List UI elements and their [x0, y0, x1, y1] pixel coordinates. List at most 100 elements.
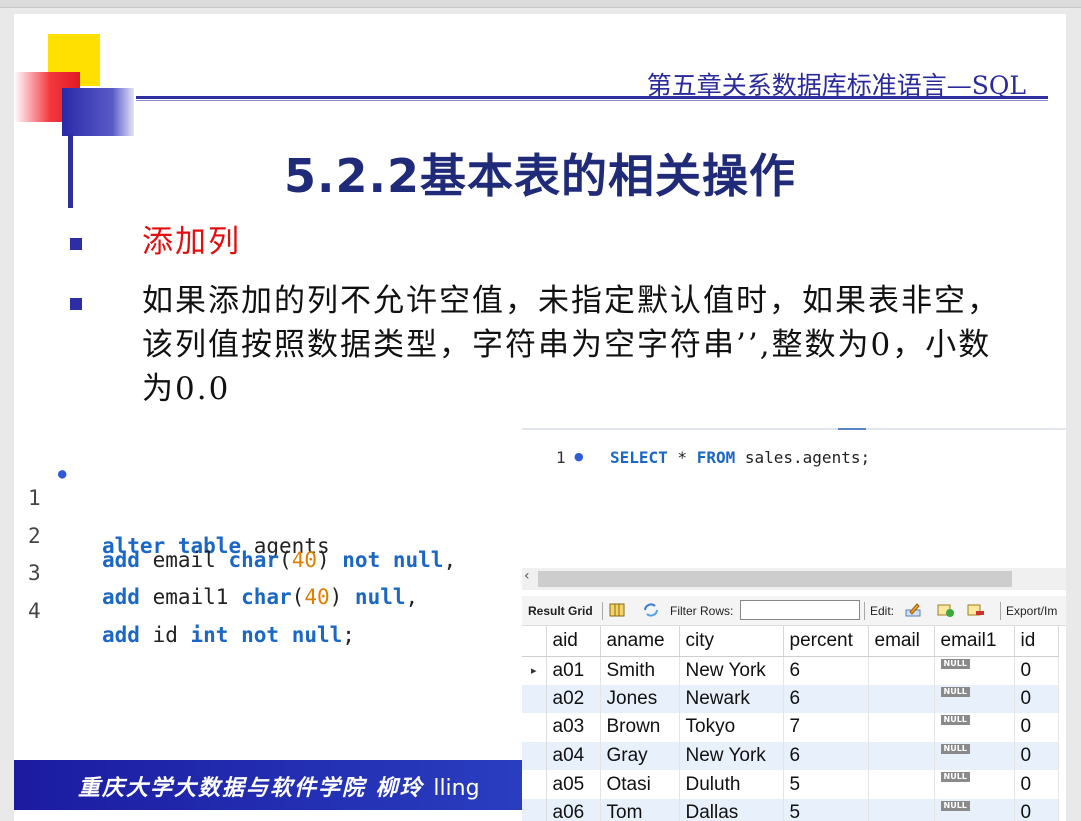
cell-email[interactable] [868, 713, 935, 742]
cell-aid[interactable]: a05 [546, 770, 601, 799]
cell-city[interactable]: Tokyo [679, 713, 784, 742]
table-row[interactable]: ▸ a01 Smith New York 6 NULL 0 [522, 656, 1059, 685]
cell-aname[interactable]: Gray [600, 741, 680, 771]
toolbar-separator [1000, 602, 1001, 620]
cell-aname[interactable]: Smith [600, 656, 680, 685]
row-selector[interactable] [522, 770, 547, 799]
cell-city[interactable]: Newark [679, 684, 784, 714]
code-line: 3 add email1 char(40) null, [14, 537, 418, 609]
cell-aid[interactable]: a03 [546, 713, 601, 742]
cell-percent[interactable]: 7 [783, 713, 869, 742]
filter-rows-input[interactable] [740, 600, 860, 620]
cell-aname[interactable]: Brown [600, 713, 680, 742]
cell-aname[interactable]: Otasi [600, 770, 680, 799]
cell-city[interactable]: Dallas [679, 798, 784, 821]
cell-id[interactable]: 0 [1014, 770, 1059, 799]
refresh-icon[interactable] [642, 602, 660, 618]
export-import-label[interactable]: Export/Im [1006, 604, 1057, 618]
insert-row-icon[interactable] [936, 602, 954, 618]
column-header[interactable]: email1 [934, 626, 1015, 657]
grid-view-icon[interactable] [608, 602, 626, 618]
cell-email1[interactable]: NULL [934, 770, 1015, 799]
bullet-explanation: 如果添加的列不允许空值，未指定默认值时，如果表非空，该列值按照数据类型，字符串为… [142, 283, 1000, 407]
scrollbar-thumb[interactable] [538, 571, 1012, 587]
horizontal-scrollbar[interactable]: ‹ [522, 568, 1066, 590]
cell-aname[interactable]: Jones [600, 684, 680, 714]
column-name: email1 [139, 585, 242, 609]
cell-email1[interactable]: NULL [934, 684, 1015, 714]
row-selector[interactable] [522, 713, 547, 742]
cell-email[interactable] [868, 656, 935, 685]
cell-email1[interactable]: NULL [934, 798, 1015, 821]
null-badge: NULL [940, 772, 970, 783]
column-header[interactable]: id [1014, 626, 1059, 657]
cell-aid[interactable]: a04 [546, 741, 601, 771]
table-row[interactable]: a06 Tom Dallas 5 NULL 0 [522, 798, 1059, 821]
grid-header-row: aid aname city percent email email1 id [522, 626, 1059, 657]
workbench-panel: 1 ● SELECT * FROM sales.agents; ‹ Result… [522, 428, 1066, 821]
cell-id[interactable]: 0 [1014, 656, 1059, 685]
cell-id[interactable]: 0 [1014, 741, 1059, 771]
table-row[interactable]: a02 Jones Newark 6 NULL 0 [522, 684, 1059, 714]
cell-email[interactable] [868, 741, 935, 771]
statement-marker-icon: ● [58, 466, 67, 482]
cell-percent[interactable]: 6 [783, 656, 869, 685]
cell-email[interactable] [868, 684, 935, 714]
null-badge: NULL [940, 715, 970, 726]
kw-char: char [228, 548, 280, 572]
cell-aid[interactable]: a02 [546, 684, 601, 714]
cell-city[interactable]: New York [679, 741, 784, 771]
cell-id[interactable]: 0 [1014, 684, 1059, 714]
table-row[interactable]: a04 Gray New York 6 NULL 0 [522, 741, 1059, 771]
table-row[interactable]: a05 Otasi Duluth 5 NULL 0 [522, 770, 1059, 799]
delete-row-icon[interactable] [966, 602, 984, 618]
scroll-left-icon[interactable]: ‹ [524, 568, 530, 584]
column-header[interactable]: city [679, 626, 784, 657]
cell-city[interactable]: New York [679, 656, 784, 685]
column-name: email [139, 548, 229, 572]
column-header[interactable]: email [868, 626, 935, 657]
query-editor[interactable]: SELECT * FROM sales.agents; [610, 448, 870, 467]
current-row-arrow-icon: ▸ [522, 656, 547, 685]
row-selector[interactable] [522, 741, 547, 771]
cell-id[interactable]: 0 [1014, 713, 1059, 742]
kw-null: null [354, 585, 406, 609]
edit-row-icon[interactable] [904, 602, 922, 618]
cell-email1[interactable]: NULL [934, 741, 1015, 771]
cell-email1[interactable]: NULL [934, 656, 1015, 685]
toolbar-separator [864, 602, 865, 620]
cell-aname[interactable]: Tom [600, 798, 680, 821]
paren: ( [291, 585, 305, 609]
cell-email[interactable] [868, 798, 935, 821]
toolbar-separator [602, 602, 603, 620]
result-grid-table[interactable]: aid aname city percent email email1 id ▸… [522, 626, 1059, 821]
result-grid-label[interactable]: Result Grid [528, 604, 593, 618]
bullet-square-icon [70, 298, 82, 310]
code-line: 2 add email char(40) not null, [14, 500, 456, 572]
code-line: 4 add id int not null; [14, 575, 355, 647]
row-selector[interactable] [522, 798, 547, 821]
slide-title: 5.2.2基本表的相关操作 [284, 149, 796, 203]
cell-id[interactable]: 0 [1014, 798, 1059, 821]
table-row[interactable]: a03 Brown Tokyo 7 NULL 0 [522, 713, 1059, 742]
kw-int: int [190, 623, 229, 647]
cell-percent[interactable]: 6 [783, 684, 869, 714]
cell-aid[interactable]: a01 [546, 656, 601, 685]
column-header[interactable]: aname [600, 626, 680, 657]
row-selector-header [522, 626, 547, 657]
cell-percent[interactable]: 5 [783, 770, 869, 799]
column-name: id [139, 623, 191, 647]
kw-null: null [291, 623, 343, 647]
cell-percent[interactable]: 6 [783, 741, 869, 771]
column-header[interactable]: percent [783, 626, 869, 657]
cell-email1[interactable]: NULL [934, 713, 1015, 742]
row-selector[interactable] [522, 684, 547, 714]
kw-from: FROM [696, 448, 736, 467]
cell-city[interactable]: Duluth [679, 770, 784, 799]
cell-percent[interactable]: 5 [783, 798, 869, 821]
edit-label: Edit: [870, 604, 895, 618]
query-target: sales.agents; [735, 448, 871, 467]
cell-email[interactable] [868, 770, 935, 799]
column-header[interactable]: aid [546, 626, 601, 657]
cell-aid[interactable]: a06 [546, 798, 601, 821]
